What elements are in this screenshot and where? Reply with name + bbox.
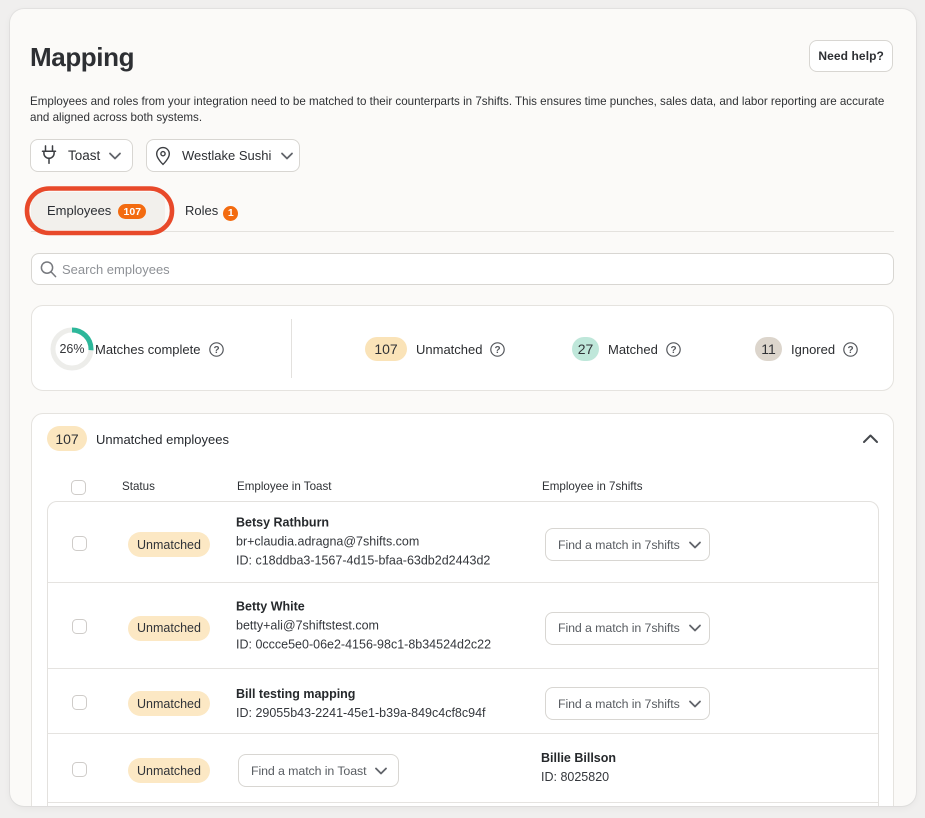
svg-text:?: ? [848,344,854,355]
svg-text:?: ? [213,344,219,355]
svg-text:?: ? [495,344,501,355]
svg-text:?: ? [670,344,676,355]
